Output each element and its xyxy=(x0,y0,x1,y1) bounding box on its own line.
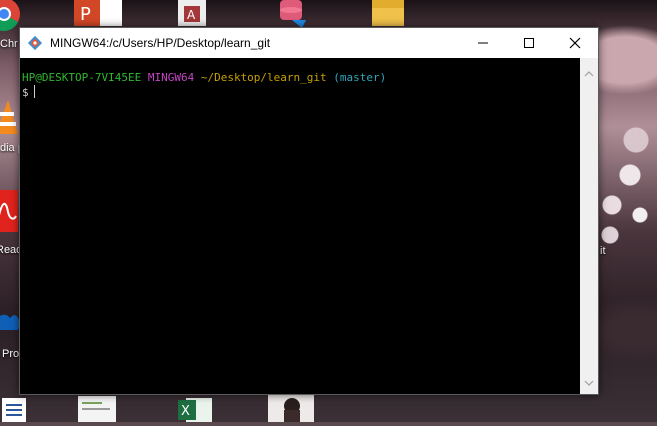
scroll-up-icon[interactable] xyxy=(584,62,594,81)
vertical-scrollbar[interactable] xyxy=(580,58,598,394)
prompt-symbol: $ xyxy=(22,86,29,99)
minimize-button[interactable] xyxy=(460,28,506,58)
desktop-label-right: it xyxy=(600,245,606,257)
photo-icon[interactable] xyxy=(268,394,314,426)
close-button[interactable] xyxy=(552,28,598,58)
maximize-icon xyxy=(524,38,534,48)
svg-text:A: A xyxy=(187,8,196,22)
user-host: HP@DESKTOP-7VI45EE xyxy=(22,71,142,84)
vlc-icon[interactable] xyxy=(0,98,20,140)
git-icon xyxy=(27,35,43,55)
svg-text:X: X xyxy=(181,404,190,419)
title-bar[interactable]: MINGW64:/c/Users/HP/Desktop/learn_git xyxy=(20,28,598,58)
acrobat-reader-icon[interactable] xyxy=(0,190,20,238)
close-icon xyxy=(569,37,581,49)
minimize-icon xyxy=(478,42,488,44)
window-title: MINGW64:/c/Users/HP/Desktop/learn_git xyxy=(50,36,271,50)
onedrive-icon[interactable] xyxy=(0,300,20,338)
svg-text:P: P xyxy=(80,4,91,25)
prompt-info-line: HP@DESKTOP-7VI45EE MINGW64 ~/Desktop/lea… xyxy=(22,71,580,85)
system-name: MINGW64 xyxy=(147,71,195,84)
command-line[interactable]: $ xyxy=(22,85,580,100)
terminal-output[interactable]: HP@DESKTOP-7VI45EE MINGW64 ~/Desktop/lea… xyxy=(20,58,580,394)
terminal-window[interactable]: MINGW64:/c/Users/HP/Desktop/learn_git HP… xyxy=(19,27,599,395)
scroll-down-icon[interactable] xyxy=(584,371,594,390)
maximize-button[interactable] xyxy=(506,28,552,58)
current-path: ~/Desktop/learn_git xyxy=(200,71,327,84)
desktop-label-onedrive: Pro xyxy=(2,348,20,360)
desktop-label-chrome: Chr xyxy=(0,38,18,50)
text-cursor xyxy=(33,85,35,98)
git-branch: (master) xyxy=(333,71,387,84)
